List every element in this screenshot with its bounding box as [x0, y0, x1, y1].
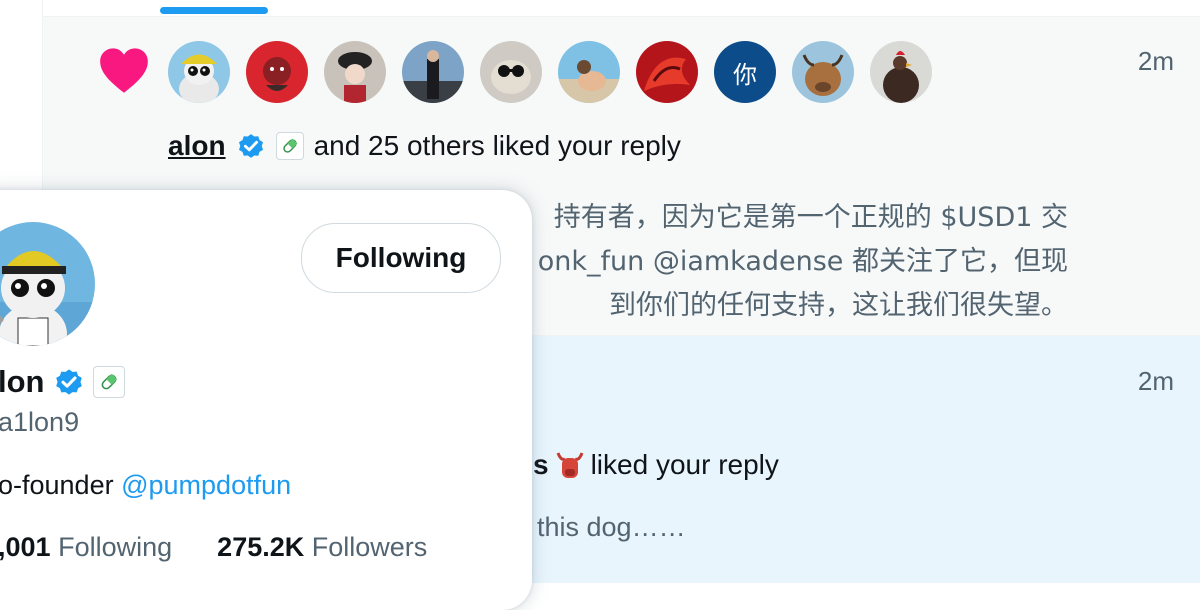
avatar[interactable] — [792, 41, 854, 103]
liker-name-link[interactable]: alon — [168, 130, 226, 162]
liked-text: and 25 others liked your reply — [313, 130, 681, 161]
bio-text: o-founder — [0, 470, 114, 500]
following-button[interactable]: Following — [301, 223, 501, 293]
avatar[interactable] — [168, 41, 230, 103]
profile-stats: ,001 Following 275.2K Followers — [0, 532, 427, 563]
active-tab-indicator — [160, 7, 268, 14]
followers-count: 275.2K — [217, 532, 305, 562]
liked-text: liked your reply — [590, 449, 779, 480]
avatar[interactable] — [402, 41, 464, 103]
pill-badge-icon — [92, 366, 125, 398]
avatar[interactable] — [636, 41, 698, 103]
verified-badge-icon — [238, 134, 263, 158]
notification-time: 2m — [1137, 366, 1174, 396]
avatar[interactable] — [324, 41, 386, 103]
liked-summary: alon and 25 others liked your reply — [168, 130, 681, 162]
profile-name: lon — [0, 364, 125, 400]
notification-time: 2m — [1137, 46, 1174, 76]
heart-icon — [100, 48, 148, 93]
following-stat[interactable]: ,001 Following — [0, 532, 172, 562]
pill-badge-icon — [275, 132, 304, 160]
avatar[interactable] — [558, 41, 620, 103]
profile-display-name[interactable]: lon — [0, 364, 45, 400]
avatar[interactable]: 你 — [714, 41, 776, 103]
followers-stat[interactable]: 275.2K Followers — [217, 532, 427, 562]
notifications-tab-strip — [43, 0, 1200, 17]
bio-mention-link[interactable]: @pumpdotfun — [121, 470, 291, 500]
profile-bio: o-founder @pumpdotfun — [0, 470, 291, 501]
profile-handle: a1lon9 — [0, 407, 80, 437]
liked-summary: s liked your reply — [533, 449, 779, 481]
followers-label: Followers — [311, 532, 428, 562]
ox-emoji-icon — [556, 452, 583, 478]
avatar[interactable] — [870, 41, 932, 103]
following-count: ,001 — [0, 532, 51, 562]
following-label: Following — [58, 532, 173, 562]
verified-badge-icon — [55, 369, 82, 395]
reply-snippet: this dog…… — [537, 512, 686, 542]
liker-avatar-row: 你 — [168, 41, 932, 103]
avatar[interactable] — [480, 41, 542, 103]
liker-name-link[interactable]: s — [533, 449, 549, 481]
profile-avatar[interactable] — [0, 222, 104, 346]
avatar[interactable] — [246, 41, 308, 103]
